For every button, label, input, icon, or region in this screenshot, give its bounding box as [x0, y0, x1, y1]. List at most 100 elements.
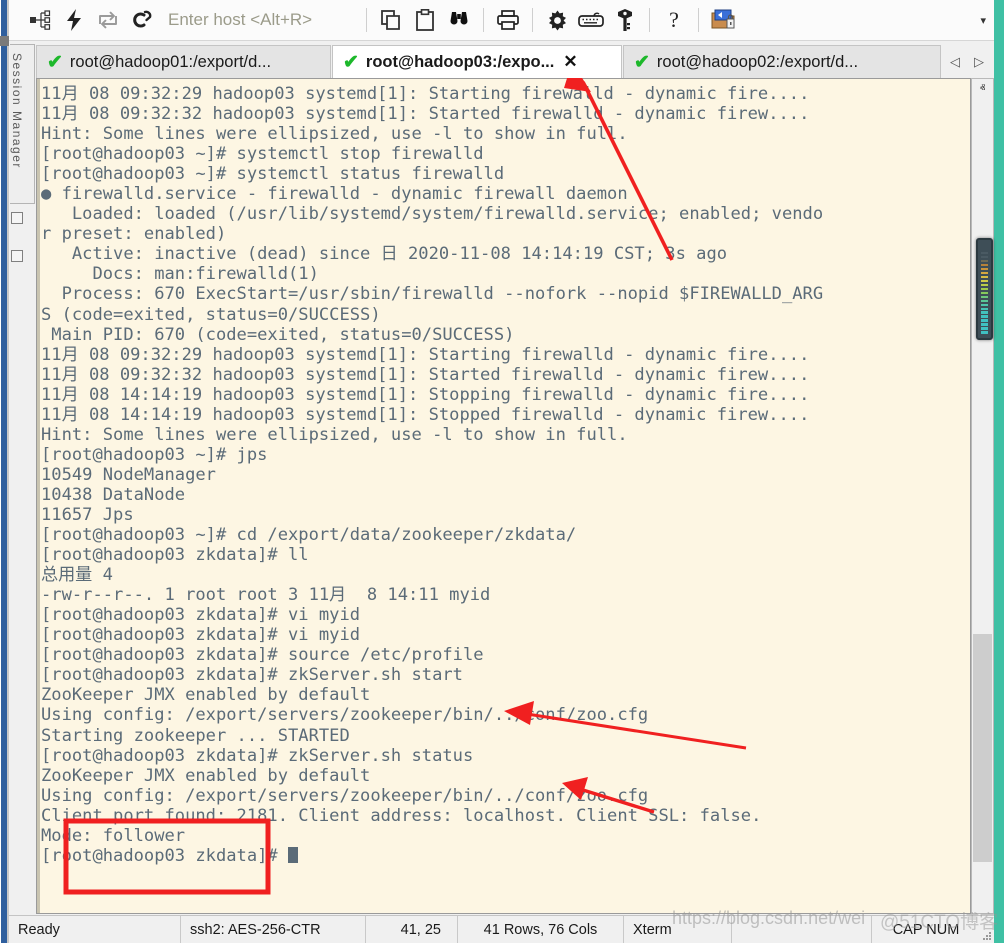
- terminal-output: 11月 08 09:32:29 hadoop03 systemd[1]: Sta…: [41, 84, 971, 866]
- terminal-line: [root@hadoop03 zkdata]# zkServer.sh star…: [41, 665, 971, 685]
- terminal-line: 11月 08 09:32:29 hadoop03 systemd[1]: Sta…: [41, 84, 971, 104]
- terminal-line: Hint: Some lines were ellipsized, use -l…: [41, 124, 971, 144]
- terminal-line: 11月 08 09:32:32 hadoop03 systemd[1]: Sta…: [41, 104, 971, 124]
- gauge-segment: [981, 272, 988, 275]
- gauge-segment: [981, 331, 988, 334]
- terminal-line: r preset: enabled): [41, 224, 971, 244]
- tab-label: root@hadoop01:/export/d...: [70, 53, 271, 72]
- terminal-line: [root@hadoop03 zkdata]#: [41, 846, 971, 866]
- terminal-line: Hint: Some lines were ellipsized, use -l…: [41, 425, 971, 445]
- gauge-segment: [981, 264, 988, 267]
- tab-scroll-prev-icon[interactable]: ◁: [950, 54, 960, 70]
- disconnect-link-icon[interactable]: [125, 3, 159, 37]
- tab-label: root@hadoop02:/export/d...: [657, 53, 858, 72]
- toolbar-separator: [483, 8, 484, 32]
- terminal-line: Active: inactive (dead) since 日 2020-11-…: [41, 244, 971, 264]
- session-manager-label: Session Manager: [10, 45, 24, 203]
- terminal-line: Using config: /export/servers/zookeeper/…: [41, 705, 971, 725]
- window-left-edge: [0, 0, 9, 943]
- paste-clipboard-icon[interactable]: [408, 3, 442, 37]
- terminal-line: Starting zookeeper ... STARTED: [41, 726, 971, 746]
- gauge-segment: [981, 319, 988, 322]
- terminal-line: [root@hadoop03 ~]# systemctl status fire…: [41, 164, 971, 184]
- tab-label: root@hadoop03:/expo...: [366, 53, 554, 72]
- terminal-screen[interactable]: 11月 08 09:32:29 hadoop03 systemd[1]: Sta…: [36, 78, 971, 914]
- terminal-line: ● firewalld.service - firewalld - dynami…: [41, 184, 971, 204]
- gear-icon[interactable]: [540, 3, 574, 37]
- terminal-line: 10549 NodeManager: [41, 465, 971, 485]
- gauge-segment: [981, 296, 988, 299]
- status-coordinates: 41, 25: [366, 916, 458, 943]
- status-ready: Ready: [9, 916, 181, 943]
- terminal-line: Loaded: loaded (/usr/lib/systemd/system/…: [41, 204, 971, 224]
- terminal-line: [root@hadoop03 zkdata]# vi myid: [41, 625, 971, 645]
- tab-nav: ◁ ▷: [950, 54, 984, 70]
- key-icon[interactable]: [608, 3, 642, 37]
- gauge-segment: [981, 315, 988, 318]
- file-transfer-lock-icon[interactable]: [706, 3, 740, 37]
- gauge-segment: [981, 268, 988, 271]
- terminal-line: [root@hadoop03 ~]# cd /export/data/zooke…: [41, 525, 971, 545]
- tab-connected-check-icon: ✔: [343, 53, 359, 72]
- tab-root-hadoop02[interactable]: ✔ root@hadoop02:/export/d...: [623, 45, 941, 78]
- status-cipher: ssh2: AES-256-CTR: [181, 916, 366, 943]
- session-tree-icon[interactable]: [23, 3, 57, 37]
- reconnect-arrows-icon[interactable]: [91, 3, 125, 37]
- toolbar-separator: [649, 8, 650, 32]
- tab-root-hadoop03[interactable]: ✔ root@hadoop03:/expo... ✕: [332, 45, 622, 78]
- session-manager-panel-tab[interactable]: Session Manager: [10, 44, 35, 204]
- tab-connected-check-icon: ✔: [634, 53, 650, 72]
- terminal-line: -rw-r--r--. 1 root root 3 11月 8 14:11 my…: [41, 585, 971, 605]
- copy-icon[interactable]: [374, 3, 408, 37]
- terminal-line: Mode: follower: [41, 826, 971, 846]
- gauge-segment: [981, 248, 988, 251]
- terminal-line: [root@hadoop03 zkdata]# ll: [41, 545, 971, 565]
- terminal-line: Docs: man:firewalld(1): [41, 264, 971, 284]
- terminal-line: ZooKeeper JMX enabled by default: [41, 685, 971, 705]
- panel-toggle-icon-2[interactable]: [11, 250, 23, 262]
- terminal-line: Process: 670 ExecStart=/usr/sbin/firewal…: [41, 284, 971, 304]
- panel-toggle-icon[interactable]: [11, 212, 23, 224]
- tab-bar: ✔ root@hadoop01:/export/d... ✔ root@hado…: [36, 42, 994, 78]
- host-input[interactable]: Enter host <Alt+R>: [159, 10, 359, 30]
- tab-close-icon[interactable]: ✕: [563, 52, 577, 72]
- terminal-left-rule: [37, 79, 40, 914]
- scroll-up-icon[interactable]: ⱏ: [972, 79, 993, 99]
- gauge-segment: [981, 284, 988, 287]
- gauge-segment: [981, 311, 988, 314]
- terminal-line: [root@hadoop03 zkdata]# zkServer.sh stat…: [41, 746, 971, 766]
- window-edge-notch: [0, 36, 9, 46]
- quick-connect-bolt-icon[interactable]: [57, 3, 91, 37]
- keyboard-icon[interactable]: [574, 3, 608, 37]
- toolbar-overflow-chevron-icon[interactable]: ▾: [980, 14, 986, 27]
- terminal-cursor: [288, 847, 298, 863]
- gauge-segment: [981, 304, 988, 307]
- terminal-line: 11657 Jps: [41, 505, 971, 525]
- terminal-line: ZooKeeper JMX enabled by default: [41, 766, 971, 786]
- terminal-line: 11月 08 14:14:19 hadoop03 systemd[1]: Sto…: [41, 385, 971, 405]
- gauge-segment: [981, 323, 988, 326]
- gauge-segment: [981, 308, 988, 311]
- print-icon[interactable]: [491, 3, 525, 37]
- terminal-line: [root@hadoop03 zkdata]# source /etc/prof…: [41, 645, 971, 665]
- tab-connected-check-icon: ✔: [47, 53, 63, 72]
- terminal-line: Main PID: 670 (code=exited, status=0/SUC…: [41, 325, 971, 345]
- gauge-segment: [981, 280, 988, 283]
- tab-scroll-next-icon[interactable]: ▷: [974, 54, 984, 70]
- terminal-line: Using config: /export/servers/zookeeper/…: [41, 786, 971, 806]
- toolbar-separator: [366, 8, 367, 32]
- tab-root-hadoop01[interactable]: ✔ root@hadoop01:/export/d...: [36, 45, 331, 78]
- terminal-line: 11月 08 09:32:32 hadoop03 systemd[1]: Sta…: [41, 365, 971, 385]
- terminal-line: S (code=exited, status=0/SUCCESS): [41, 305, 971, 325]
- gauge-segment: [981, 300, 988, 303]
- terminal-scrollbar[interactable]: ⱏ ⱟ: [971, 78, 994, 914]
- find-binoculars-icon[interactable]: [442, 3, 476, 37]
- scrollbar-thumb[interactable]: [973, 634, 992, 862]
- help-question-icon[interactable]: ?: [657, 3, 691, 37]
- gauge-segment: [981, 292, 988, 295]
- edge-level-gauge: [976, 238, 993, 340]
- svg-text:?: ?: [669, 8, 679, 32]
- toolbar-separator: [532, 8, 533, 32]
- status-dimensions: 41 Rows, 76 Cols: [458, 916, 624, 943]
- gauge-segment: [981, 288, 988, 291]
